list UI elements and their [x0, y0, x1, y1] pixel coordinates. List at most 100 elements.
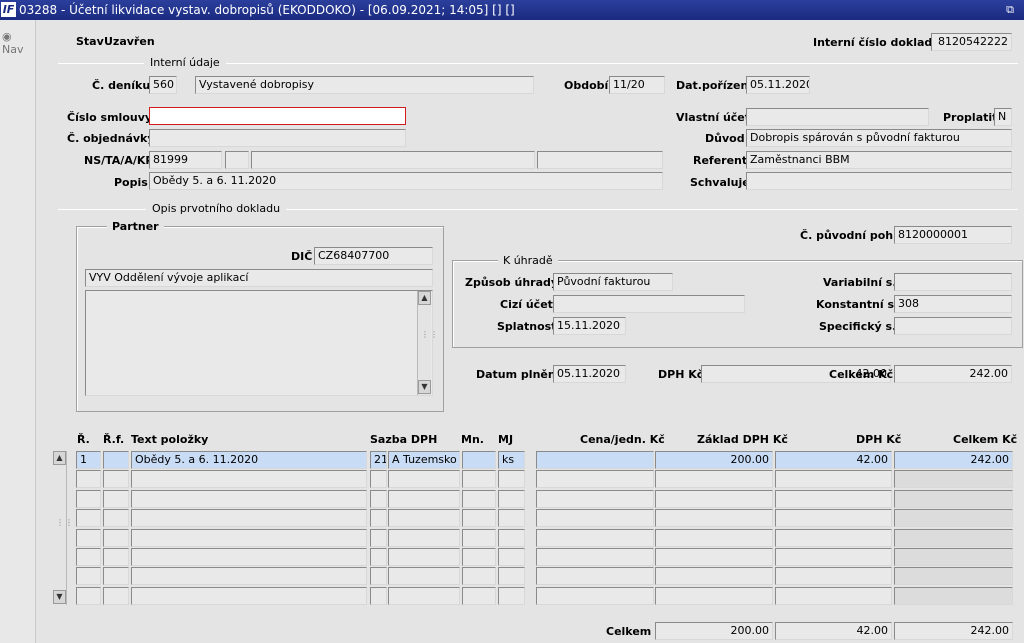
- scroll-down-icon[interactable]: ▼: [418, 380, 431, 394]
- popis-field[interactable]: Obědy 5. a 6. 11.2020: [149, 172, 663, 190]
- table-cell[interactable]: [775, 470, 892, 488]
- table-cell[interactable]: [462, 509, 496, 527]
- cell-cena[interactable]: [536, 451, 654, 469]
- table-scroll-up-icon[interactable]: ▲: [53, 451, 66, 465]
- table-cell[interactable]: [103, 587, 129, 605]
- dic-field[interactable]: CZ68407700: [314, 247, 433, 265]
- duvod-field[interactable]: Dobropis spárován s původní fakturou: [746, 129, 1012, 147]
- cell-dph[interactable]: 42.00: [775, 451, 892, 469]
- table-cell[interactable]: [462, 567, 496, 585]
- table-cell[interactable]: [536, 548, 654, 566]
- cell-r[interactable]: 1: [76, 451, 101, 469]
- table-cell[interactable]: [370, 470, 387, 488]
- table-cell[interactable]: [536, 509, 654, 527]
- cell-rf[interactable]: [103, 451, 129, 469]
- c-objednavky-field[interactable]: [149, 129, 406, 147]
- proplatit-field[interactable]: N: [994, 108, 1012, 126]
- cizi-ucet-field[interactable]: [553, 295, 745, 313]
- nav-button[interactable]: ◉ Nav: [2, 30, 35, 56]
- table-cell[interactable]: [103, 509, 129, 527]
- table-cell[interactable]: [462, 529, 496, 547]
- table-cell[interactable]: [894, 509, 1013, 527]
- cell-sazba-code[interactable]: 21: [370, 451, 387, 469]
- zpusob-uhrady-field[interactable]: Původní fakturou: [553, 273, 673, 291]
- cell-zaklad[interactable]: 200.00: [655, 451, 773, 469]
- table-cell[interactable]: [388, 548, 460, 566]
- table-cell[interactable]: [655, 567, 773, 585]
- table-cell[interactable]: [462, 587, 496, 605]
- table-cell[interactable]: [370, 529, 387, 547]
- cell-sazba-text[interactable]: A Tuzemsko v: [388, 451, 460, 469]
- partner-address-textarea[interactable]: [85, 290, 433, 396]
- ta-field[interactable]: [225, 151, 249, 169]
- table-cell[interactable]: [498, 567, 525, 585]
- cell-mn[interactable]: [462, 451, 496, 469]
- table-cell[interactable]: [775, 509, 892, 527]
- table-cell[interactable]: [76, 490, 101, 508]
- kp-field[interactable]: [537, 151, 663, 169]
- table-cell[interactable]: [388, 509, 460, 527]
- obdobi-field[interactable]: 11/20: [609, 76, 665, 94]
- table-cell[interactable]: [131, 567, 367, 585]
- table-cell[interactable]: [388, 470, 460, 488]
- footer-dph-field[interactable]: 42.00: [775, 622, 892, 640]
- variabilni-s-field[interactable]: [894, 273, 1012, 291]
- table-cell[interactable]: [462, 490, 496, 508]
- table-cell[interactable]: [498, 548, 525, 566]
- c-deniku-field[interactable]: 560: [149, 76, 177, 94]
- table-cell[interactable]: [131, 509, 367, 527]
- table-cell[interactable]: [131, 548, 367, 566]
- table-cell[interactable]: [775, 548, 892, 566]
- interni-cislo-field[interactable]: 8120542222: [931, 33, 1012, 51]
- table-cell[interactable]: [76, 470, 101, 488]
- table-cell[interactable]: [103, 567, 129, 585]
- table-cell[interactable]: [498, 587, 525, 605]
- table-cell[interactable]: [103, 529, 129, 547]
- table-scroll-down-icon[interactable]: ▼: [53, 590, 66, 604]
- cell-celkem[interactable]: 242.00: [894, 451, 1013, 469]
- table-cell[interactable]: [462, 470, 496, 488]
- table-cell[interactable]: [894, 470, 1013, 488]
- table-scrollbar[interactable]: ▲ ⋮⋮ ▼: [53, 451, 73, 605]
- table-cell[interactable]: [498, 529, 525, 547]
- table-cell[interactable]: [655, 470, 773, 488]
- table-cell[interactable]: [76, 548, 101, 566]
- splatnost-field[interactable]: 15.11.2020: [553, 317, 626, 335]
- table-cell[interactable]: [655, 490, 773, 508]
- denik-name-field[interactable]: Vystavené dobropisy: [195, 76, 534, 94]
- ns-field[interactable]: 81999: [149, 151, 222, 169]
- table-cell[interactable]: [498, 490, 525, 508]
- table-cell[interactable]: [655, 509, 773, 527]
- table-cell[interactable]: [103, 490, 129, 508]
- referent-field[interactable]: Zaměstnanci BBM: [746, 151, 1012, 169]
- table-cell[interactable]: [498, 470, 525, 488]
- table-cell[interactable]: [76, 567, 101, 585]
- table-cell[interactable]: [894, 587, 1013, 605]
- scroll-up-icon[interactable]: ▲: [418, 291, 431, 305]
- table-cell[interactable]: [536, 490, 654, 508]
- table-cell[interactable]: [131, 587, 367, 605]
- table-cell[interactable]: [775, 587, 892, 605]
- table-cell[interactable]: [536, 567, 654, 585]
- cell-mj[interactable]: ks: [498, 451, 525, 469]
- table-cell[interactable]: [388, 490, 460, 508]
- table-cell[interactable]: [498, 509, 525, 527]
- table-cell[interactable]: [76, 529, 101, 547]
- table-cell[interactable]: [462, 548, 496, 566]
- table-cell[interactable]: [655, 587, 773, 605]
- table-cell[interactable]: [131, 490, 367, 508]
- cell-text[interactable]: Obědy 5. a 6. 11.2020: [131, 451, 367, 469]
- table-cell[interactable]: [894, 548, 1013, 566]
- table-cell[interactable]: [536, 587, 654, 605]
- cislo-smlouvy-input[interactable]: [149, 107, 406, 125]
- table-cell[interactable]: [370, 548, 387, 566]
- table-cell[interactable]: [76, 587, 101, 605]
- footer-celkem-field[interactable]: 242.00: [894, 622, 1013, 640]
- partner-name-field[interactable]: VYV Oddělení vývoje aplikací: [85, 269, 433, 287]
- table-cell[interactable]: [131, 470, 367, 488]
- table-cell[interactable]: [894, 490, 1013, 508]
- table-cell[interactable]: [131, 529, 367, 547]
- schvaluje-field[interactable]: [746, 172, 1012, 190]
- table-cell[interactable]: [775, 529, 892, 547]
- datum-plneni-field[interactable]: 05.11.2020: [553, 365, 626, 383]
